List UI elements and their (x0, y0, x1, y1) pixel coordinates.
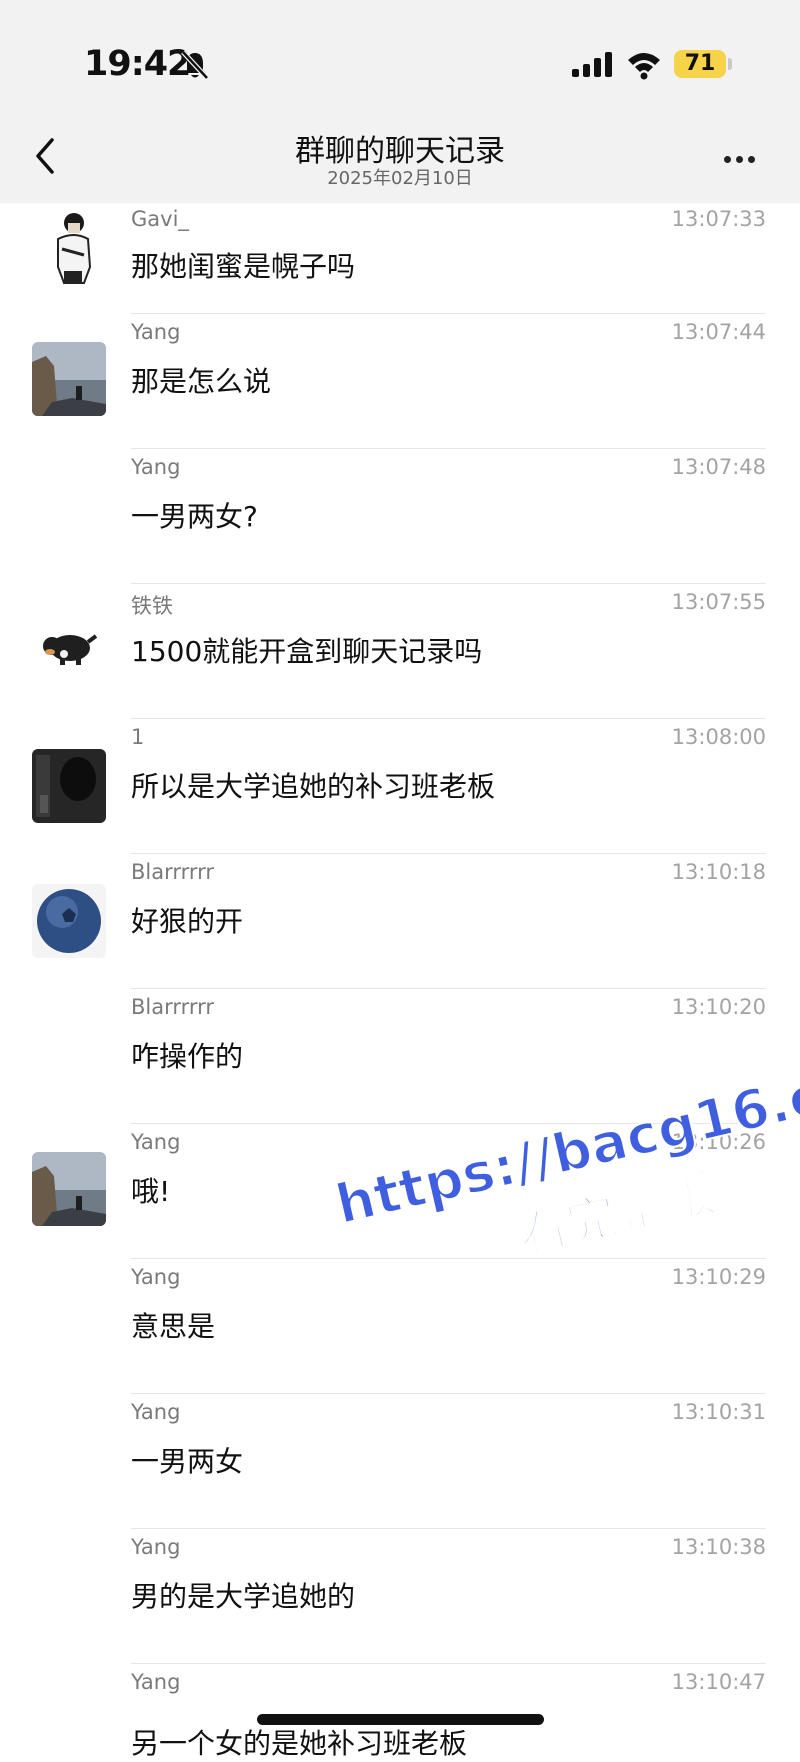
message-sender: Yang (131, 320, 181, 344)
home-indicator[interactable] (257, 1714, 544, 1725)
message-text: 男的是大学追她的 (131, 1580, 356, 1613)
message-time: 13:10:47 (671, 1670, 766, 1694)
message-time: 13:10:20 (671, 995, 766, 1019)
more-options-icon[interactable] (724, 148, 768, 164)
message-text: 那是怎么说 (131, 365, 272, 398)
message-text: 咋操作的 (131, 1040, 244, 1073)
avatar-dark-photo[interactable] (32, 749, 106, 823)
message-sender: Yang (131, 1130, 181, 1154)
message-time: 13:07:33 (671, 207, 766, 231)
message-time: 13:07:44 (671, 320, 766, 344)
message-time: 13:07:55 (671, 590, 766, 614)
message-row[interactable]: Yang 13:10:47 另一个女的是她补习班老板 (0, 1664, 800, 1760)
message-time: 13:10:29 (671, 1265, 766, 1289)
message-sender: 铁铁 (131, 594, 173, 618)
message-text: 意思是 (131, 1310, 216, 1343)
message-text: 一男两女 (131, 1445, 244, 1478)
header-bar: 19:42 71 群聊的聊天记录 2025年02月10日 (0, 0, 800, 203)
message-time: 13:10:38 (671, 1535, 766, 1559)
message-time: 13:10:31 (671, 1400, 766, 1424)
signal-icon (572, 52, 612, 77)
message-sender: Blarrrrrr (131, 860, 215, 884)
battery-tip (728, 58, 732, 70)
message-sender: Yang (131, 1535, 181, 1559)
message-text: 一男两女? (131, 500, 258, 533)
message-time: 13:10:26 (671, 1130, 766, 1154)
message-text: 那她闺蜜是幌子吗 (131, 250, 356, 283)
message-sender: Gavi_ (131, 207, 189, 231)
message-time: 13:08:00 (671, 725, 766, 749)
message-row[interactable]: Yang 13:07:48 一男两女? (0, 449, 800, 584)
battery-indicator: 71 (674, 50, 726, 78)
message-row[interactable]: Yang 13:10:26 哦! (0, 1124, 800, 1259)
message-row[interactable]: Blarrrrrr 13:10:18 好狠的开 (0, 854, 800, 989)
message-row[interactable]: Yang 13:10:38 男的是大学追她的 (0, 1529, 800, 1664)
message-row[interactable]: Yang 13:10:31 一男两女 (0, 1394, 800, 1529)
message-time: 13:10:18 (671, 860, 766, 884)
message-text: 哦! (131, 1175, 171, 1208)
message-sender: Yang (131, 1265, 181, 1289)
bell-muted-icon (181, 50, 209, 80)
message-sender: Yang (131, 1670, 181, 1694)
wifi-icon (628, 53, 660, 80)
message-sender: Yang (131, 455, 181, 479)
avatar-dog-cartoon[interactable] (40, 624, 100, 670)
message-row[interactable]: Blarrrrrr 13:10:20 咋操作的 (0, 989, 800, 1124)
message-text: 好狠的开 (131, 905, 244, 938)
message-time: 13:07:48 (671, 455, 766, 479)
avatar-person-sketch[interactable] (44, 209, 102, 285)
avatar-seaside-photo[interactable] (32, 1152, 106, 1226)
message-sender: Blarrrrrr (131, 995, 215, 1019)
message-row[interactable]: 1 13:08:00 所以是大学追她的补习班老板 (0, 719, 800, 854)
page-date: 2025年02月10日 (327, 168, 473, 189)
message-text: 所以是大学追她的补习班老板 (131, 770, 496, 803)
message-text: 1500就能开盒到聊天记录吗 (131, 635, 483, 668)
message-text: 另一个女的是她补习班老板 (131, 1727, 468, 1760)
message-row[interactable]: 铁铁 13:07:55 1500就能开盒到聊天记录吗 (0, 584, 800, 719)
avatar-seaside-photo[interactable] (32, 342, 106, 416)
message-row[interactable]: Yang 13:10:29 意思是 (0, 1259, 800, 1394)
message-sender: 1 (131, 725, 145, 749)
message-sender: Yang (131, 1400, 181, 1424)
avatar-blueberry[interactable] (32, 884, 106, 958)
message-row[interactable]: Gavi_ 13:07:33 那她闺蜜是幌子吗 (0, 203, 800, 314)
status-time: 19:42 (84, 44, 191, 84)
message-row[interactable]: Yang 13:07:44 那是怎么说 (0, 314, 800, 449)
